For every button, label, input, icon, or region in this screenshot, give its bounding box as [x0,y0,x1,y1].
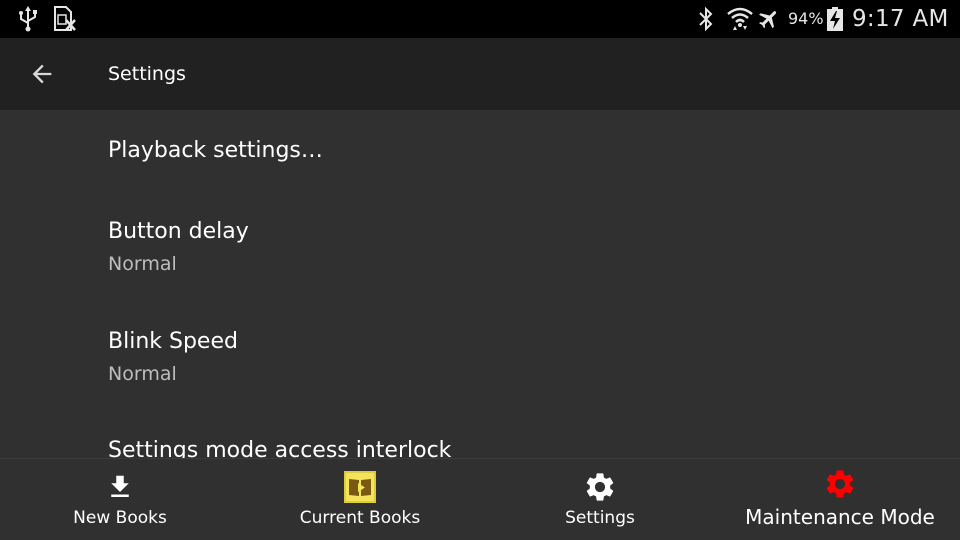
nav-label: Current Books [299,508,421,528]
pref-button-delay[interactable]: Button delay Normal [0,190,960,300]
pref-summary: Normal [108,363,177,385]
nav-maintenance-mode[interactable]: Maintenance Mode [720,459,960,540]
pref-playback-settings[interactable]: Playback settings… [0,110,960,190]
download-icon [103,470,137,504]
sim-card-icon [54,6,76,31]
status-bar: 94% 9:17 AM [0,0,960,38]
nav-settings[interactable]: Settings [480,459,720,540]
toolbar: Settings [0,38,960,110]
page-title: Settings [108,63,186,85]
back-button[interactable] [18,52,66,96]
pref-title: Settings mode access interlock [108,438,452,458]
pref-summary: Normal [108,253,177,275]
pref-title: Blink Speed [108,329,238,354]
pref-blink-speed[interactable]: Blink Speed Normal [0,300,960,410]
nav-current-books[interactable]: Current Books [240,459,480,540]
pref-title: Playback settings… [108,138,323,163]
bottom-nav: New Books Current Books Settings Mainten… [0,458,960,540]
arrow-back-icon [32,64,52,84]
nav-label: Maintenance Mode [745,505,935,529]
pref-settings-mode-access-interlock[interactable]: Settings mode access interlock [0,410,960,458]
nav-new-books[interactable]: New Books [0,459,240,540]
battery-charging-icon [827,7,843,31]
status-clock: 9:17 AM [852,6,949,32]
pref-title: Button delay [108,219,249,244]
airplane-mode-icon [759,11,777,29]
gear-icon [583,470,617,504]
nav-label: New Books [73,508,167,528]
battery-percent: 94% [788,9,824,28]
wifi-icon [727,7,753,30]
usb-icon [19,6,37,32]
app-screen: 94% 9:17 AM Settings Playback settings… … [0,0,960,540]
bluetooth-icon [699,6,713,32]
book-icon [343,470,377,504]
settings-list[interactable]: Playback settings… Button delay Normal B… [0,110,960,458]
nav-label: Settings [565,508,635,528]
gear-icon [823,467,857,501]
